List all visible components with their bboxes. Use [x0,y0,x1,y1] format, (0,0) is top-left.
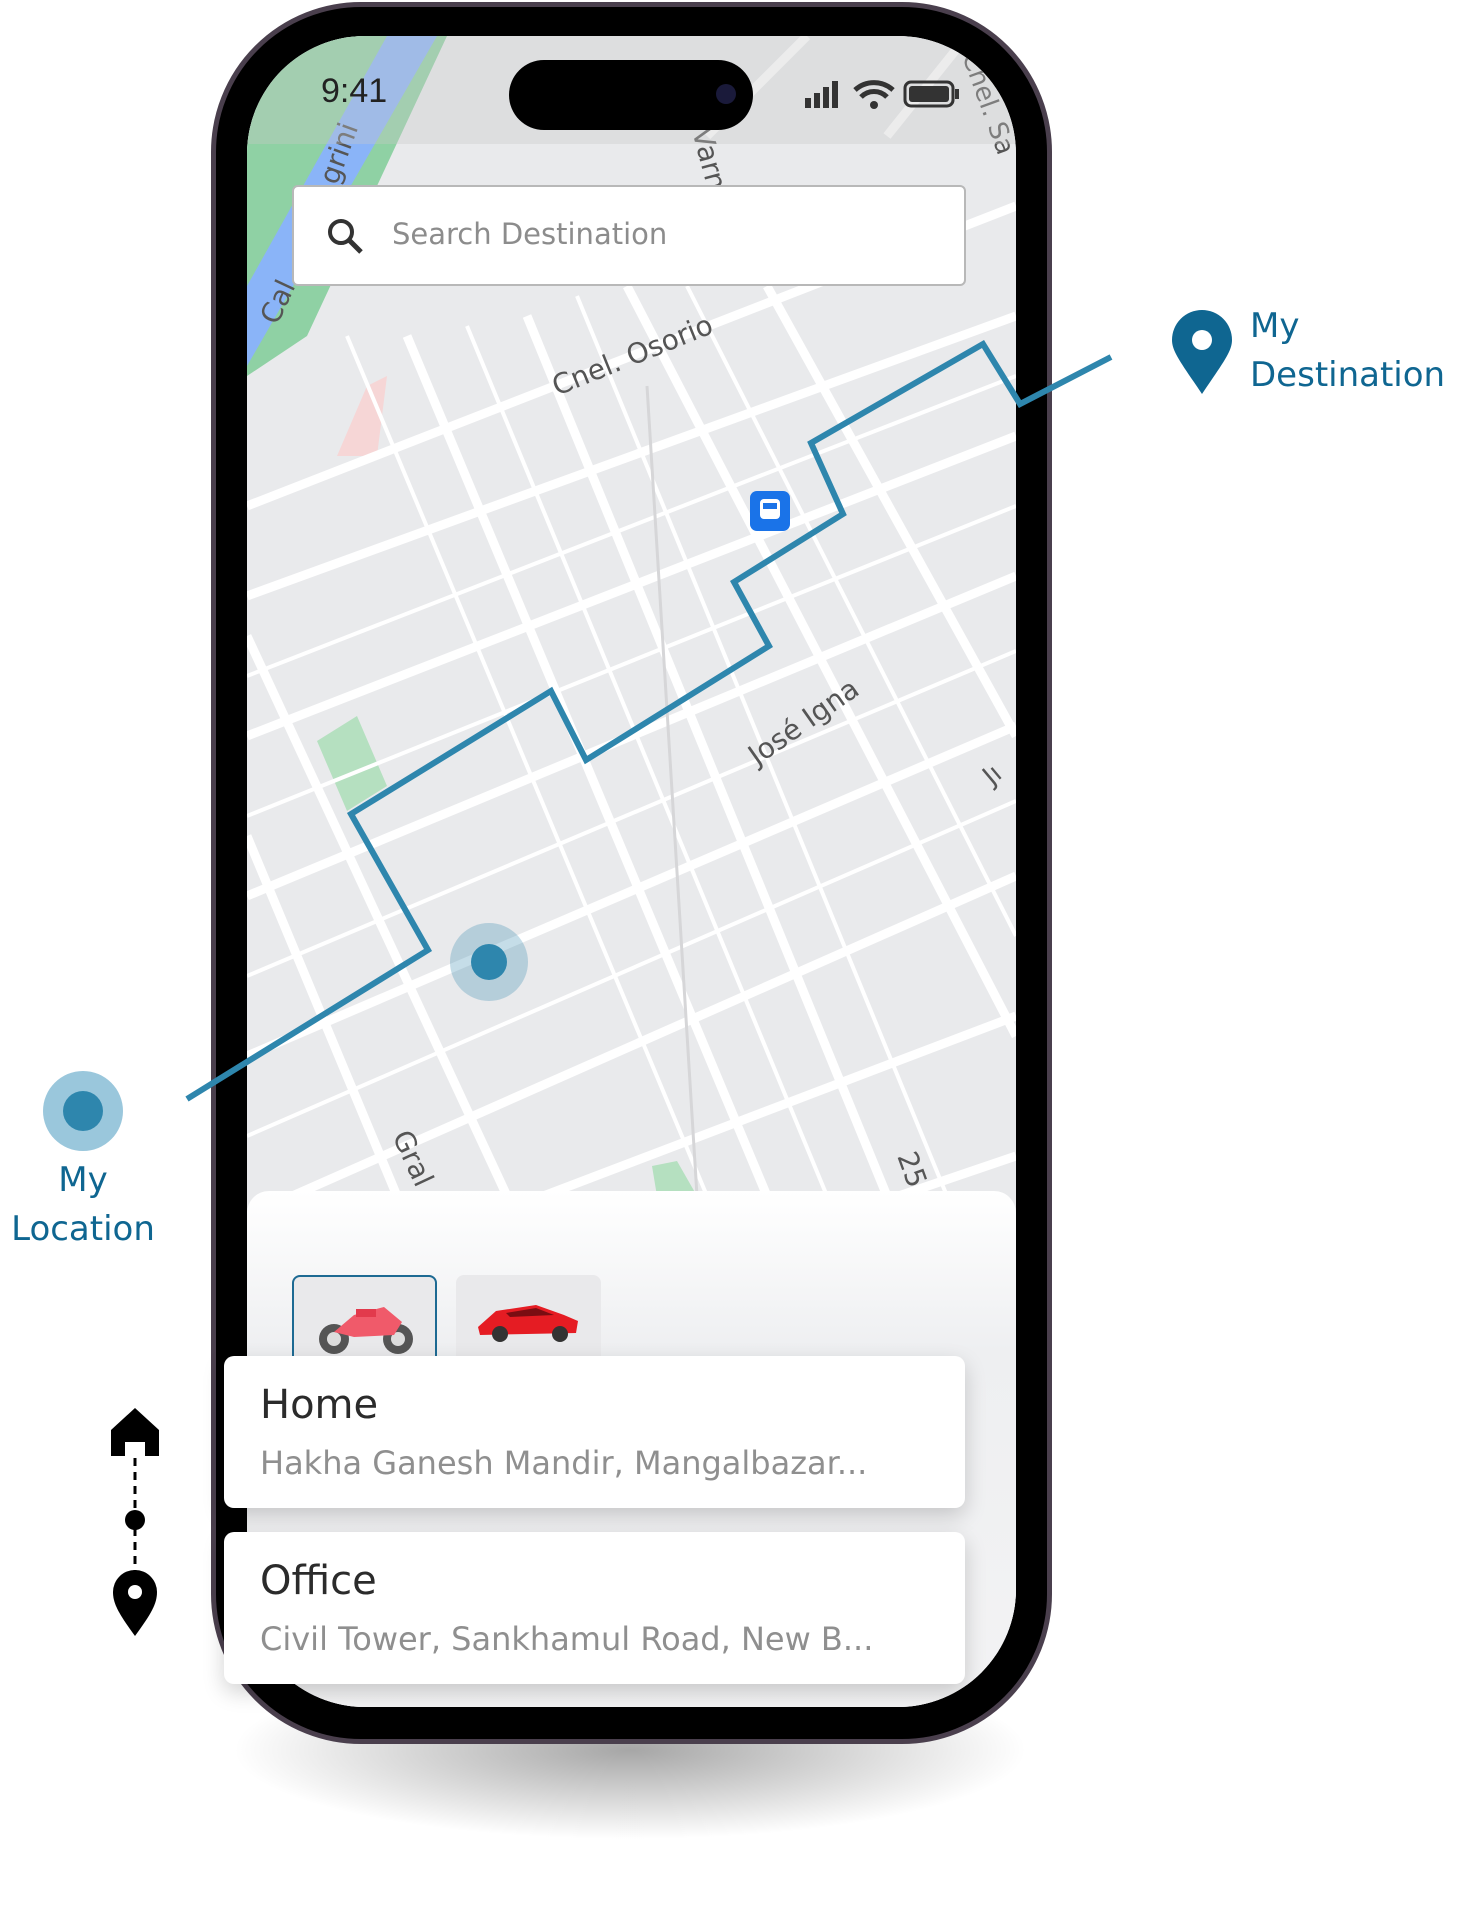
place-title: Office [260,1558,377,1604]
destination-pin-icon [1172,310,1232,394]
waypoint-dot-icon [125,1510,145,1530]
annotation-label: My [58,1160,108,1200]
place-title: Home [260,1382,379,1428]
route-steps-indicator [111,1408,159,1636]
annotation-label: Destination [1250,355,1446,395]
route-line [185,339,1113,1102]
place-address: Civil Tower, Sankhamul Road, New B... [260,1620,874,1658]
pin-icon [113,1570,157,1636]
annotation-label: My [1250,306,1300,346]
my-location-annotation: My Location [0,1070,166,1254]
place-card-home[interactable]: Home Hakha Ganesh Mandir, Mangalbazar... [224,1356,965,1508]
home-icon [111,1408,159,1456]
annotation-label: Location [11,1209,155,1249]
location-dot-icon [43,1071,123,1151]
place-address: Hakha Ganesh Mandir, Mangalbazar... [260,1444,868,1482]
place-card-office[interactable]: Office Civil Tower, Sankhamul Road, New … [224,1532,965,1684]
my-destination-label: My Destination [1250,302,1445,400]
my-destination-annotation [1170,308,1234,400]
